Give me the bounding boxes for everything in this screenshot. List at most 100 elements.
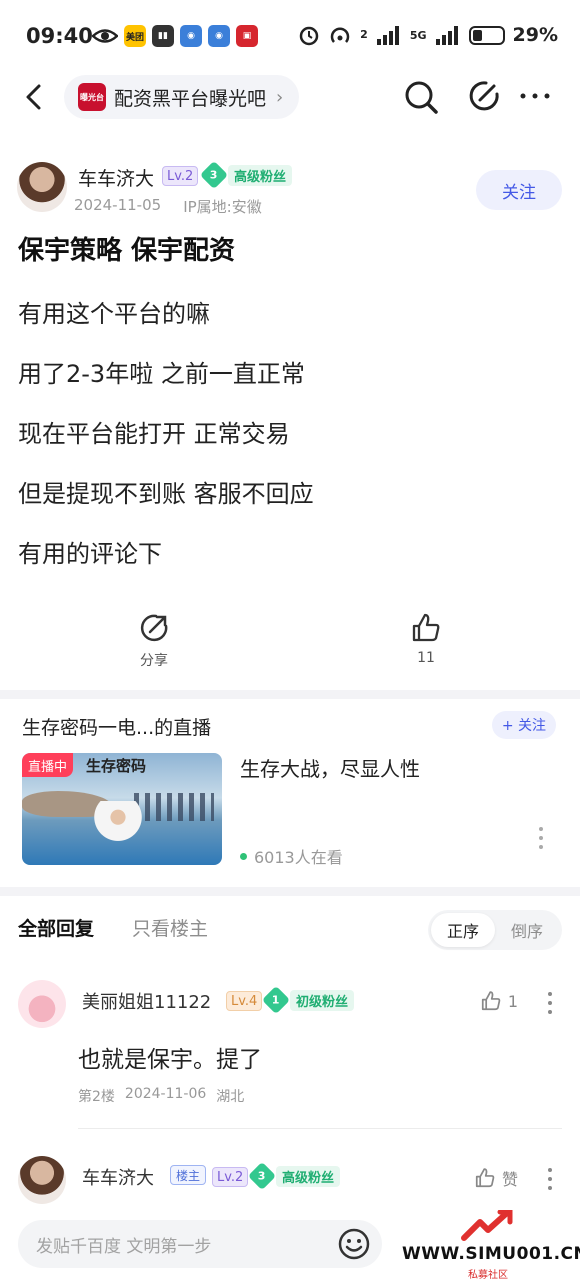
app-icon-blue-1: ◉ — [180, 25, 202, 47]
signal-bars-icon-2 — [435, 26, 458, 45]
comment-like-button[interactable]: 1 — [480, 990, 518, 1012]
post-ip: IP属地:安徽 — [183, 198, 262, 216]
like-count: 11 — [417, 650, 435, 666]
hotspot-icon — [330, 27, 350, 43]
watermark-logo-icon — [461, 1210, 513, 1241]
sort-toggle: 正序 倒序 — [428, 910, 562, 950]
comment-item: 车车济大 楼主 Lv.2 3 高级粉丝 赞 — [0, 1156, 580, 1206]
live-viewer-count: 6013人在看 — [254, 848, 343, 867]
alarm-icon — [299, 26, 319, 46]
live-badge: 直播中 — [22, 753, 74, 777]
comment-location: 湖北 — [216, 1089, 245, 1105]
vertical-more-icon[interactable] — [546, 1166, 554, 1192]
post-title: 保宇策略 保宇配资 — [18, 236, 236, 266]
comment-item: 美丽姐姐11122 Lv.4 1 初级粉丝 1 也就是保宇。提了 第2楼 202… — [0, 980, 580, 1130]
post-line: 现在平台能打开 正常交易 — [18, 420, 290, 448]
fan-title: 初级粉丝 — [290, 989, 355, 1011]
op-tag: 楼主 — [170, 1165, 207, 1185]
comment-floor: 第2楼 — [78, 1089, 115, 1105]
post-line: 用了2-3年啦 之前一直正常 — [18, 360, 305, 388]
status-bar: 09:40 美团 ▮▮ ◉ ◉ ▣ 2 5G 29% — [0, 0, 580, 72]
reply-input[interactable]: 发贴千百度 文明第一步 — [18, 1220, 382, 1268]
comment-text: 也就是保宇。提了 — [78, 1047, 262, 1073]
post-actions: 分享 11 — [0, 612, 580, 674]
live-headline[interactable]: 生存大战，尽显人性 — [240, 753, 420, 782]
search-icon[interactable] — [402, 78, 440, 116]
comment-meta: 第2楼 2024-11-06 湖北 — [78, 1086, 244, 1106]
bottom-bar: 发贴千百度 文明第一步 WWW.SIMU001.CN 私募社区 — [0, 1206, 580, 1282]
live-dot-icon — [240, 852, 247, 860]
fan-badge: 1 初级粉丝 — [261, 985, 355, 1015]
live-card[interactable]: 生存密码一电...的直播 + 关注 直播中 生存密码 生存大战，尽显人性 601… — [0, 701, 580, 887]
share-icon — [140, 614, 168, 642]
fan-badge: 3 高级粉丝 — [199, 160, 293, 190]
commenter-name[interactable]: 美丽姐姐11122 — [82, 988, 211, 1014]
post-line: 但是提现不到账 客服不回应 — [18, 480, 314, 508]
thumbs-up-icon — [412, 613, 440, 642]
battery-percent: 29% — [512, 24, 558, 46]
post-date: 2024-11-05 — [74, 196, 162, 214]
comment-like-button[interactable]: 赞 — [474, 1166, 518, 1190]
live-follow-button[interactable]: + 关注 — [491, 711, 556, 739]
meituan-app-icon: 美团 — [124, 25, 146, 47]
like-button[interactable]: 11 — [400, 612, 452, 666]
level-badge: Lv.2 — [212, 1167, 249, 1187]
post-header: 车车济大 Lv.2 3 高级粉丝 2024-11-05 IP属地:安徽 关注 — [0, 160, 580, 220]
author-name[interactable]: 车车济大 — [78, 164, 154, 191]
citic-app-icon: ▣ — [236, 25, 258, 47]
forum-name: 配资黑平台曝光吧 — [114, 87, 267, 110]
section-divider — [0, 690, 580, 699]
forum-link[interactable]: 曝光台 配资黑平台曝光吧 › — [64, 75, 300, 119]
chevron-right-icon: › — [276, 86, 284, 108]
author-avatar[interactable] — [17, 162, 67, 212]
live-viewers: 6013人在看 — [240, 844, 343, 868]
vertical-more-icon[interactable] — [536, 825, 546, 851]
commenter-name[interactable]: 车车济大 — [82, 1164, 154, 1190]
live-thumbnail[interactable]: 直播中 生存密码 — [22, 753, 222, 865]
live-title[interactable]: 生存密码一电...的直播 — [22, 713, 211, 740]
app-icon-dark: ▮▮ — [152, 25, 174, 47]
tab-op-only[interactable]: 只看楼主 — [132, 914, 208, 941]
fan-title: 高级粉丝 — [276, 1165, 341, 1187]
watermark-site: WWW.SIMU001.CN — [402, 1244, 580, 1264]
fan-gem-icon: 1 — [261, 985, 291, 1015]
tab-all-replies[interactable]: 全部回复 — [18, 914, 94, 941]
watermark-sub: 私募社区 — [468, 1270, 508, 1281]
signal-label-1: 2 — [360, 28, 368, 41]
site-watermark: WWW.SIMU001.CN 私募社区 — [402, 1210, 580, 1281]
signal-bars-icon — [376, 26, 399, 45]
sort-ascending[interactable]: 正序 — [431, 913, 495, 947]
signal-label-2: 5G — [409, 28, 427, 42]
eye-icon — [92, 29, 118, 43]
post-line: 有用的评论下 — [18, 540, 162, 568]
post-line: 有用这个平台的嘛 — [18, 300, 210, 328]
back-arrow-icon[interactable] — [18, 80, 52, 114]
commenter-avatar[interactable] — [18, 1156, 66, 1204]
level-badge: Lv.2 — [162, 166, 199, 186]
vertical-more-icon[interactable] — [546, 990, 554, 1016]
more-options-icon[interactable] — [517, 78, 553, 114]
forum-logo: 曝光台 — [78, 83, 106, 111]
share-label: 分享 — [140, 653, 168, 669]
commenter-avatar[interactable] — [18, 980, 66, 1028]
status-system-icons: 2 5G 29% — [298, 24, 558, 46]
edit-icon[interactable] — [466, 78, 502, 114]
thumbs-up-icon — [481, 991, 501, 1011]
post-meta: 2024-11-05 IP属地:安徽 — [74, 196, 262, 217]
follow-button[interactable]: 关注 — [476, 170, 562, 210]
thumbs-up-icon — [475, 1168, 495, 1188]
sort-descending[interactable]: 倒序 — [495, 913, 559, 947]
app-icon-blue-2: ◉ — [208, 25, 230, 47]
battery-icon — [468, 25, 505, 45]
comment-like-count: 1 — [507, 991, 518, 1011]
share-button[interactable]: 分享 — [128, 612, 180, 670]
nav-bar: 曝光台 配资黑平台曝光吧 › — [0, 72, 580, 124]
emoji-icon[interactable] — [336, 1226, 372, 1262]
comment-like-label: 赞 — [501, 1170, 518, 1189]
section-divider — [0, 887, 580, 896]
comment-date: 2024-11-06 — [124, 1086, 207, 1102]
live-brand: 生存密码 — [86, 757, 147, 775]
level-badge: Lv.4 — [226, 991, 263, 1011]
fan-gem-icon: 3 — [247, 1161, 277, 1191]
status-notification-icons: 美团 ▮▮ ◉ ◉ ▣ — [92, 25, 258, 47]
